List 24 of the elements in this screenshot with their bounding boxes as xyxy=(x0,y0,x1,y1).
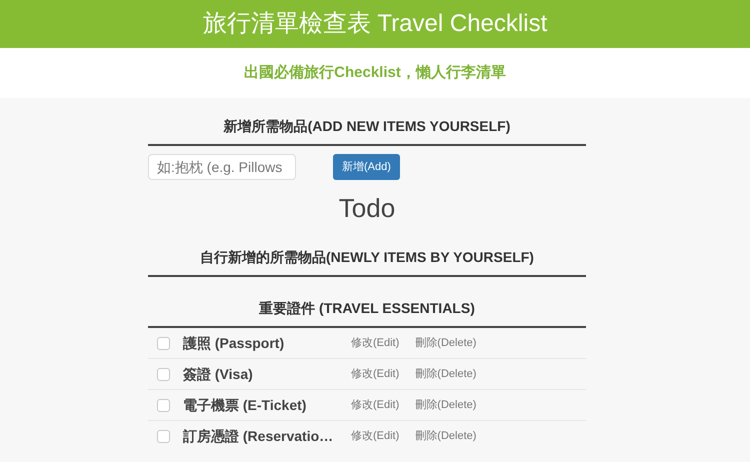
delete-link[interactable]: 刪除(Delete) xyxy=(415,366,476,382)
edit-link[interactable]: 修改(Edit) xyxy=(351,428,400,445)
edit-link[interactable]: 修改(Edit) xyxy=(351,396,400,414)
checkbox[interactable] xyxy=(157,398,170,412)
subtitle: 出國必備旅行Checklist，懶人行李清單 xyxy=(244,62,506,83)
section-heading: 新增所需物品(ADD NEW ITEMS YOURSELF) xyxy=(224,117,510,135)
checkbox[interactable] xyxy=(157,336,170,350)
item-input-field[interactable]: 如:抱枕 (e.g. Pillows xyxy=(148,154,296,180)
delete-link[interactable]: 刪除(Delete) xyxy=(415,396,476,414)
item-name: 簽證 (Visa) xyxy=(183,364,254,384)
todo-title: Todo xyxy=(338,192,396,225)
add-button[interactable]: 新增(Add) xyxy=(333,154,400,180)
item-name: 護照 (Passport) xyxy=(183,334,286,353)
checkbox[interactable] xyxy=(157,430,170,443)
edit-link[interactable]: 修改(Edit) xyxy=(351,334,400,352)
item-name: 電子機票 (E-Ticket) xyxy=(183,396,308,415)
section-heading: 重要證件 (TRAVEL ESSENTIALS) xyxy=(259,299,475,317)
checkbox[interactable] xyxy=(157,368,170,380)
section-heading: 自行新增的所需物品(NEWLY ITEMS BY YOURSELF) xyxy=(200,248,534,266)
edit-link[interactable]: 修改(Edit) xyxy=(351,366,400,382)
delete-link[interactable]: 刪除(Delete) xyxy=(415,428,476,445)
page-title: 旅行清單檢查表 Travel Checklist xyxy=(202,12,548,36)
delete-link[interactable]: 刪除(Delete) xyxy=(415,334,476,352)
item-name: 訂房憑證 (Reservatio… xyxy=(183,427,334,446)
